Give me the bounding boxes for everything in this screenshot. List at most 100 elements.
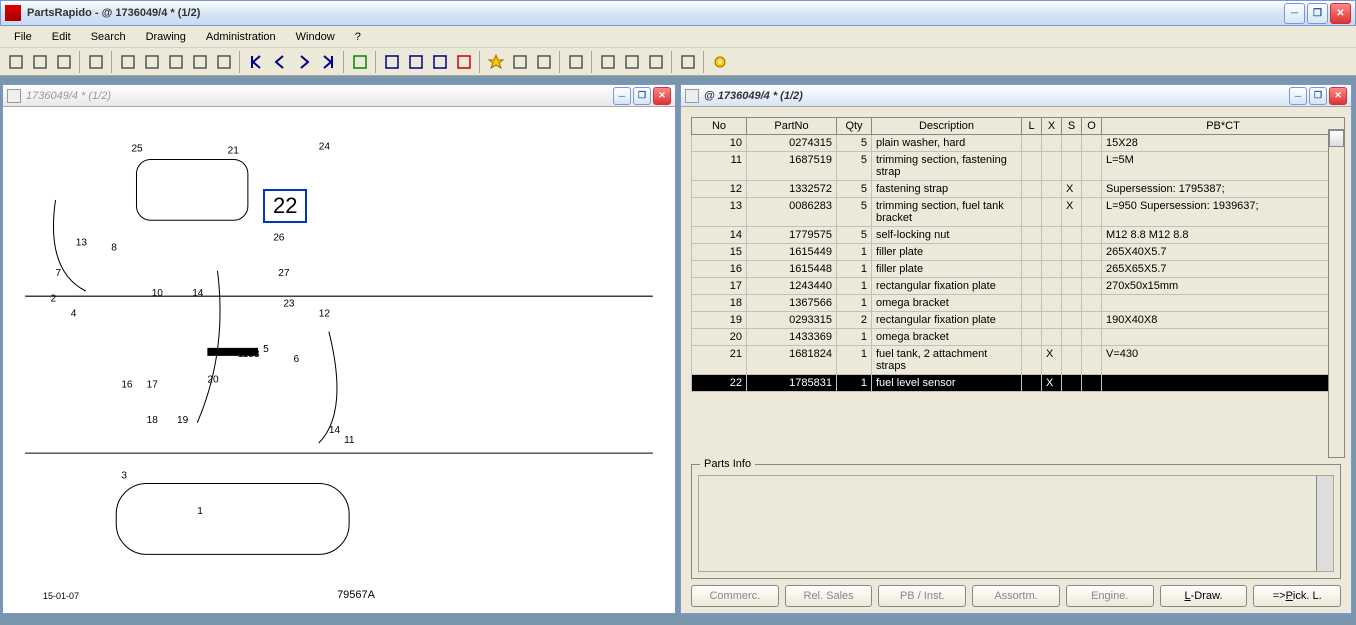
star-icon[interactable] <box>484 50 507 73</box>
svg-text:20: 20 <box>207 374 219 385</box>
drawing-body: 1153 247 13825 212627 231014 181920 5612… <box>3 107 675 613</box>
table-row[interactable]: 2116818241fuel tank, 2 attachment straps… <box>692 346 1345 375</box>
col-l[interactable]: L <box>1022 118 1042 135</box>
parts-table[interactable]: NoPartNoQtyDescriptionLXSOPB*CT 10027431… <box>691 117 1345 392</box>
svg-text:11: 11 <box>344 435 355 446</box>
drawing-maximize-button[interactable]: ❐ <box>633 87 651 105</box>
doc-icon[interactable] <box>508 50 531 73</box>
window-icon[interactable] <box>188 50 211 73</box>
open-icon[interactable] <box>28 50 51 73</box>
donut-icon[interactable] <box>708 50 731 73</box>
print-icon[interactable] <box>84 50 107 73</box>
close-button[interactable]: ✕ <box>1330 3 1351 24</box>
zoom-in-icon[interactable] <box>140 50 163 73</box>
btn-engine[interactable]: Engine. <box>1066 585 1154 607</box>
table-row[interactable]: 1116875195trimming section, fastening st… <box>692 152 1345 181</box>
prev-icon[interactable] <box>268 50 291 73</box>
parts-grid-wrap: NoPartNoQtyDescriptionLXSOPB*CT 10027431… <box>691 117 1345 458</box>
parts-close-button[interactable]: ✕ <box>1329 87 1347 105</box>
svg-text:23: 23 <box>283 298 295 309</box>
next-icon[interactable] <box>292 50 315 73</box>
parts-maximize-button[interactable]: ❐ <box>1309 87 1327 105</box>
svg-text:1: 1 <box>197 506 203 517</box>
svg-text:26: 26 <box>273 233 285 244</box>
menu-window[interactable]: Window <box>286 28 345 46</box>
a-icon[interactable] <box>596 50 619 73</box>
col-partno[interactable]: PartNo <box>747 118 837 135</box>
table-row[interactable]: 1516154491filler plate265X40X5.7 <box>692 244 1345 261</box>
grid-icon[interactable] <box>212 50 235 73</box>
table-row[interactable]: 1300862835trimming section, fuel tank br… <box>692 198 1345 227</box>
col-qty[interactable]: Qty <box>837 118 872 135</box>
parts-button-row: Commerc. Rel. SalesPB / Inst. Assortm. Engi… <box>691 585 1341 609</box>
c-icon[interactable] <box>644 50 667 73</box>
binoculars-icon[interactable] <box>380 50 403 73</box>
parts-scrollbar[interactable] <box>1328 129 1345 458</box>
drawing-canvas[interactable]: 1153 247 13825 212627 231014 181920 5612… <box>3 107 675 613</box>
last-icon[interactable] <box>316 50 339 73</box>
col-description[interactable]: Description <box>872 118 1022 135</box>
key-icon[interactable] <box>532 50 555 73</box>
menu-file[interactable]: File <box>4 28 42 46</box>
first-icon[interactable] <box>244 50 267 73</box>
drawing-id: 79567A <box>337 589 375 601</box>
menu-drawing[interactable]: Drawing <box>136 28 196 46</box>
btn-pickl[interactable]: =>Pick. L. <box>1253 585 1341 607</box>
svg-text:14: 14 <box>329 425 341 436</box>
menu-search[interactable]: Search <box>81 28 136 46</box>
zoom-out-icon[interactable] <box>164 50 187 73</box>
reload-icon[interactable] <box>564 50 587 73</box>
btn-ldraw[interactable]: L-Draw. <box>1160 585 1248 607</box>
col-pbct[interactable]: PB*CT <box>1102 118 1345 135</box>
table-row[interactable]: 1417795755self-locking nutM12 8.8 M12 8.… <box>692 227 1345 244</box>
table-row[interactable]: 2014333691omega bracket <box>692 329 1345 346</box>
table-row[interactable]: 1813675661omega bracket <box>692 295 1345 312</box>
parts-minimize-button[interactable]: ─ <box>1289 87 1307 105</box>
svg-text:8: 8 <box>111 243 117 254</box>
btn-commerc[interactable]: Commerc. <box>691 585 779 607</box>
id-icon[interactable] <box>404 50 427 73</box>
page-icon[interactable] <box>676 50 699 73</box>
svg-text:10: 10 <box>152 288 164 299</box>
zoom-fit-icon[interactable] <box>116 50 139 73</box>
table-row[interactable]: 1616154481filler plate265X65X5.7 <box>692 261 1345 278</box>
table-row[interactable]: 1902933152rectangular fixation plate190X… <box>692 312 1345 329</box>
col-s[interactable]: S <box>1062 118 1082 135</box>
drawing-minimize-button[interactable]: ─ <box>613 87 631 105</box>
table-row[interactable]: 1002743155plain washer, hard15X28 <box>692 135 1345 152</box>
col-o[interactable]: O <box>1082 118 1102 135</box>
new-icon[interactable] <box>4 50 27 73</box>
col-no[interactable]: No <box>692 118 747 135</box>
svg-text:13: 13 <box>76 238 88 249</box>
maximize-button[interactable]: ❐ <box>1307 3 1328 24</box>
parts-info-scrollbar[interactable] <box>1316 476 1333 571</box>
app-icon <box>5 5 21 21</box>
parts-info-content <box>698 475 1334 572</box>
menu-edit[interactable]: Edit <box>42 28 81 46</box>
selected-callout[interactable]: 22 <box>263 189 307 223</box>
btn-assortm[interactable]: Assortm. <box>972 585 1060 607</box>
cart-icon[interactable] <box>348 50 371 73</box>
menu-administration[interactable]: Administration <box>196 28 286 46</box>
parts-window-titlebar[interactable]: @ 1736049/4 * (1/2) ─ ❐ ✕ <box>681 85 1351 107</box>
drawing-window-title: 1736049/4 * (1/2) <box>26 90 611 102</box>
menu-[interactable]: ? <box>345 28 371 46</box>
parts-table-header[interactable]: NoPartNoQtyDescriptionLXSOPB*CT <box>692 118 1345 135</box>
refresh-icon[interactable] <box>428 50 451 73</box>
doc-icon <box>7 89 21 103</box>
table-row[interactable]: 1712434401rectangular fixation plate270x… <box>692 278 1345 295</box>
btn-pbinst[interactable]: PB / Inst. <box>878 585 966 607</box>
minimize-button[interactable]: ─ <box>1284 3 1305 24</box>
table-row[interactable]: 2217858311fuel level sensorX <box>692 375 1345 392</box>
drawing-close-button[interactable]: ✕ <box>653 87 671 105</box>
flag-icon[interactable] <box>452 50 475 73</box>
save-icon[interactable] <box>52 50 75 73</box>
col-x[interactable]: X <box>1042 118 1062 135</box>
drawing-window-titlebar[interactable]: 1736049/4 * (1/2) ─ ❐ ✕ <box>3 85 675 107</box>
scrollbar-thumb[interactable] <box>1329 130 1344 147</box>
svg-text:3: 3 <box>121 470 127 481</box>
parts-window: @ 1736049/4 * (1/2) ─ ❐ ✕ NoPartNoQtyDes… <box>680 84 1352 614</box>
table-row[interactable]: 1213325725fastening strapXSupersession: … <box>692 181 1345 198</box>
btn-relsales[interactable]: Rel. Sales <box>785 585 873 607</box>
b-icon[interactable] <box>620 50 643 73</box>
